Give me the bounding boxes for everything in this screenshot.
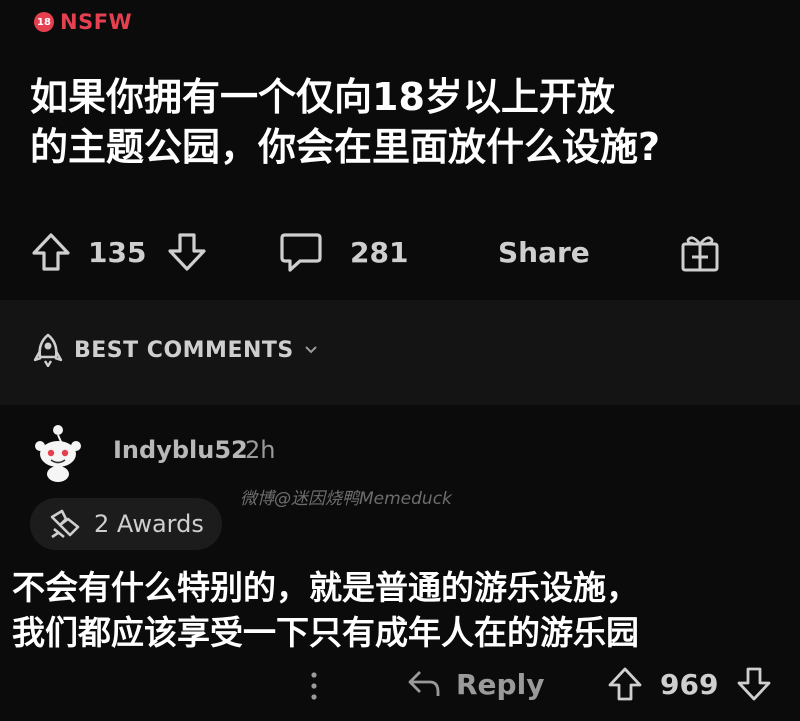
rocket-icon bbox=[32, 333, 64, 367]
downvote-arrow-icon bbox=[166, 231, 208, 273]
comment-count: 281 bbox=[350, 235, 409, 269]
reply-arrow-icon bbox=[406, 666, 442, 702]
nsfw-tag: 18 NSFW bbox=[34, 10, 132, 34]
comment-downvote-button[interactable] bbox=[736, 666, 772, 702]
comment-time: 2h bbox=[245, 436, 276, 464]
comment-username[interactable]: Indyblu52 bbox=[113, 436, 248, 464]
gift-icon bbox=[678, 230, 722, 274]
awards-label: 2 Awards bbox=[94, 510, 204, 538]
more-dots-icon bbox=[311, 672, 317, 700]
comment-bubble-icon bbox=[278, 229, 324, 275]
nsfw-18-badge: 18 bbox=[34, 12, 54, 32]
comments-button[interactable]: 281 bbox=[278, 229, 498, 275]
watermark: 微博@迷因烧鸭Memeduck bbox=[240, 489, 452, 509]
award-icon bbox=[48, 507, 84, 541]
chevron-down-icon bbox=[304, 345, 318, 355]
downvote-arrow-icon bbox=[736, 666, 772, 702]
give-award-button[interactable] bbox=[678, 230, 722, 274]
comment-score: 969 bbox=[660, 668, 719, 701]
snoo-avatar-icon bbox=[35, 425, 81, 482]
comment-body-line-1: 不会有什么特别的，就是普通的游乐设施， bbox=[12, 568, 639, 607]
post-title[interactable]: 如果你拥有一个仅向18岁以上开放 的主题公园，你会在里面放什么设施? bbox=[30, 72, 790, 172]
comment-action-bar: Reply 969 bbox=[0, 662, 800, 712]
comment-body: 不会有什么特别的，就是普通的游乐设施， 我们都应该享受一下只有成年人在的游乐园 bbox=[12, 565, 792, 655]
sort-label: BEST COMMENTS bbox=[74, 337, 294, 363]
avatar[interactable] bbox=[30, 420, 86, 482]
upvote-count: 135 bbox=[88, 235, 147, 269]
upvote-button[interactable] bbox=[30, 231, 88, 273]
post-action-bar: 135 281 Share bbox=[30, 224, 780, 280]
more-options-button[interactable] bbox=[306, 668, 322, 704]
upvote-arrow-icon bbox=[30, 231, 72, 273]
comment-body-line-2: 我们都应该享受一下只有成年人在的游乐园 bbox=[12, 613, 639, 652]
comment-upvote-button[interactable] bbox=[607, 666, 643, 702]
upvote-arrow-icon bbox=[607, 666, 643, 702]
post-title-line-2: 的主题公园，你会在里面放什么设施? bbox=[30, 125, 661, 169]
share-button[interactable]: Share bbox=[498, 236, 678, 269]
post-title-line-1: 如果你拥有一个仅向18岁以上开放 bbox=[30, 75, 615, 119]
nsfw-label: NSFW bbox=[60, 10, 133, 34]
awards-pill[interactable]: 2 Awards bbox=[30, 498, 222, 550]
share-label: Share bbox=[498, 235, 590, 269]
downvote-button[interactable] bbox=[166, 231, 278, 273]
reply-label: Reply bbox=[456, 667, 545, 701]
reply-button[interactable]: Reply bbox=[406, 666, 544, 702]
comment-sort-dropdown[interactable]: BEST COMMENTS bbox=[32, 333, 318, 367]
